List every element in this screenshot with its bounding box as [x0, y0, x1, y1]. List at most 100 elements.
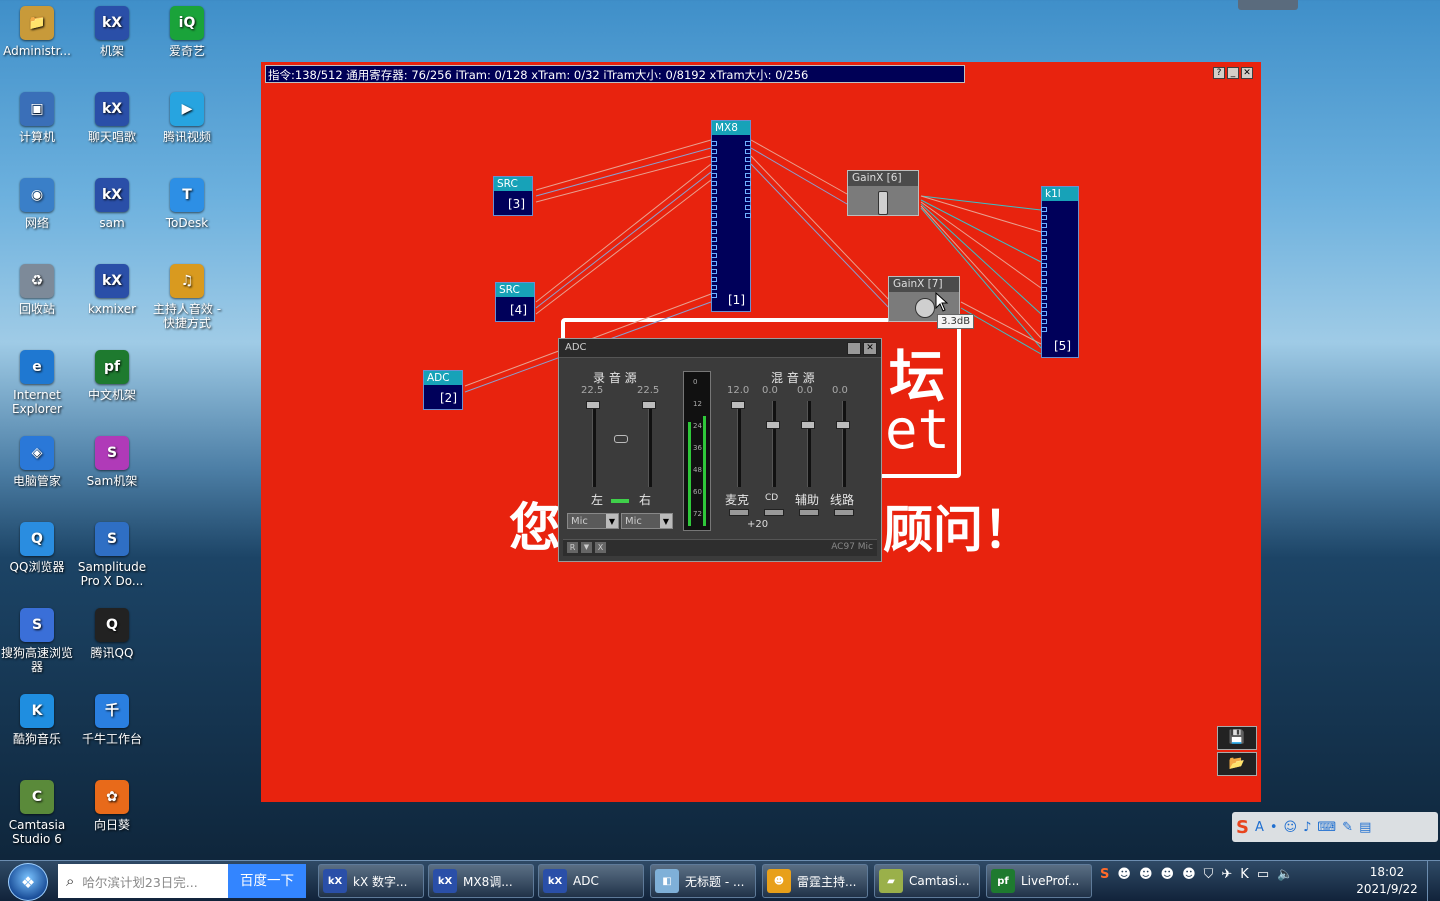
gainx7-knob[interactable] [915, 298, 935, 318]
adc-plugin[interactable]: ADC [2] [423, 370, 463, 410]
meter-tick: 0 [693, 378, 698, 386]
desktop-icon[interactable]: 📁 Administr... [0, 6, 74, 58]
desktop-icon[interactable]: K 酷狗音乐 [0, 694, 74, 746]
k1-plugin[interactable]: k1l [5] [1041, 186, 1079, 358]
ime-mode-icon[interactable]: A [1255, 820, 1264, 835]
mix-mute-button[interactable] [764, 509, 784, 516]
taskbar-item[interactable]: ▰ Camtasi... [874, 864, 980, 898]
qq-tray-icon-3[interactable]: ☻ [1161, 867, 1175, 882]
desktop-icon[interactable]: ◉ 网络 [0, 178, 74, 230]
gainx6-slider[interactable] [878, 191, 888, 215]
adc-minimize-button[interactable] [847, 342, 861, 355]
network-tray-icon[interactable]: ✈ [1221, 867, 1232, 882]
taskbar-app-icon: kX [323, 869, 347, 893]
desktop-icon[interactable]: Q 腾讯QQ [75, 608, 149, 660]
ime-keyboard-icon[interactable]: ⌨ [1317, 820, 1336, 835]
search-input[interactable]: 哈尔滨计划23日完... [82, 872, 197, 891]
desktop-icon[interactable]: ▶ 腾讯视频 [150, 92, 224, 144]
mix-source-label: 混 音 源 [771, 371, 815, 385]
mix-fader[interactable] [766, 421, 780, 429]
mix-mute-button[interactable] [834, 509, 854, 516]
ime-emoji-icon[interactable]: ☺ [1284, 820, 1298, 835]
meter-tick: 12 [693, 400, 702, 408]
desktop-icon[interactable]: iQ 爱奇艺 [150, 6, 224, 58]
desktop-icon[interactable]: S Sam机架 [75, 436, 149, 488]
footer-btn-x[interactable]: X [595, 542, 606, 553]
mic-boost[interactable]: +20 [747, 519, 768, 530]
mix-fader[interactable] [731, 401, 745, 409]
desktop-icon[interactable]: ✿ 向日葵 [75, 780, 149, 832]
taskbar-item[interactable]: ☻ 雷霆主持... [762, 864, 868, 898]
kx-tray-icon[interactable]: K [1240, 867, 1249, 882]
src3-label: [3] [508, 197, 525, 211]
desktop-icon[interactable]: e Internet Explorer [0, 350, 74, 416]
rec-select-left[interactable]: Mic ▼ [567, 513, 619, 529]
adc-close-button[interactable]: ✕ [863, 342, 877, 355]
save-preset-button[interactable]: 💾 [1217, 726, 1257, 750]
qq-tray-icon-4[interactable]: ☻ [1182, 867, 1196, 882]
desktop-icon[interactable]: kX kxmixer [75, 264, 149, 316]
desktop-icon[interactable]: kX 聊天唱歌 [75, 92, 149, 144]
footer-btn-r[interactable]: R [567, 542, 578, 553]
mix-mute-button[interactable] [729, 509, 749, 516]
link-icon[interactable] [614, 435, 628, 443]
desktop-icon[interactable]: S 搜狗高速浏览器 [0, 608, 74, 674]
taskbar-item[interactable]: ◧ 无标题 - ... [650, 864, 756, 898]
src3-plugin[interactable]: SRC [3] [493, 176, 533, 216]
desktop-icon[interactable]: pf 中文机架 [75, 350, 149, 402]
qq-tray-icon-2[interactable]: ☻ [1139, 867, 1153, 882]
desktop-icon[interactable]: Q QQ浏览器 [0, 522, 74, 574]
app-icon: kX [95, 92, 129, 126]
rec-select-right[interactable]: Mic ▼ [621, 513, 673, 529]
desktop-icon[interactable]: ♻ 回收站 [0, 264, 74, 316]
clock[interactable]: 18:02 2021/9/22 [1350, 864, 1424, 898]
mix-fader-track [842, 401, 846, 487]
footer-btn-menu[interactable]: ▼ [581, 542, 592, 553]
desktop-icon[interactable]: kX sam [75, 178, 149, 230]
mix-fader[interactable] [836, 421, 850, 429]
rec-right-fader[interactable] [642, 401, 656, 409]
volume-icon[interactable]: 🔈 [1277, 867, 1293, 882]
taskbar-item[interactable]: kX ADC [538, 864, 644, 898]
taskbar-item[interactable]: pf LiveProf... [986, 864, 1092, 898]
desktop-icon[interactable]: S Samplitude Pro X Do... [75, 522, 149, 588]
ime-skin-icon[interactable]: ✎ [1342, 820, 1353, 835]
ime-tools-icon[interactable]: ▤ [1359, 820, 1371, 835]
adc-mixer-window[interactable]: ADC ✕ 录 音 源 混 音 源 22.5 22.5 左 右 Mic ▼ Mic… [558, 338, 882, 562]
k1-input-pins[interactable] [1041, 207, 1047, 335]
ime-toolbar[interactable]: S A • ☺ ♪ ⌨ ✎ ▤ [1232, 812, 1438, 842]
mix-fader[interactable] [801, 421, 815, 429]
mx8-input-pins[interactable] [711, 141, 717, 301]
gainx6-plugin[interactable]: GainX [6] [847, 170, 919, 216]
baidu-search-button[interactable]: 百度一下 [228, 864, 306, 898]
shield-icon[interactable]: ⛉ [1204, 867, 1214, 882]
open-preset-button[interactable]: 📂 [1217, 752, 1257, 776]
src4-plugin[interactable]: SRC [4] [495, 282, 535, 322]
src4-title: SRC [496, 283, 534, 297]
qq-tray-icon-1[interactable]: ☻ [1117, 867, 1131, 882]
mix-mute-button[interactable] [799, 509, 819, 516]
sogou-logo-icon[interactable]: S [1236, 817, 1249, 838]
kx-dsp-window[interactable]: 指令:138/512 通用寄存器: 76/256 iTram: 0/128 xT… [261, 62, 1261, 802]
taskbar-item[interactable]: kX MX8调... [428, 864, 534, 898]
start-button[interactable]: ❖ [8, 863, 48, 901]
rec-left-fader[interactable] [586, 401, 600, 409]
desktop-icon[interactable]: T ToDesk [150, 178, 224, 230]
level-meter: 0 12 24 36 48 60 72 [683, 371, 711, 531]
ime-punct-icon[interactable]: • [1270, 820, 1278, 835]
mx8-output-pins[interactable] [745, 141, 751, 221]
desktop-icon[interactable]: C Camtasia Studio 6 [0, 780, 74, 846]
sogou-tray-icon[interactable]: S [1100, 867, 1109, 882]
desktop-icon[interactable]: 千千牛工作台 [75, 694, 149, 746]
desktop-icon[interactable]: ♫ 主持人音效 - 快捷方式 [150, 264, 224, 330]
taskbar-app-icon: kX [543, 869, 567, 893]
desktop-icon[interactable]: ◈ 电脑管家 [0, 436, 74, 488]
mx8-plugin[interactable]: MX8 [1] [711, 120, 751, 312]
search-box[interactable]: ⌕ 哈尔滨计划23日完... [58, 864, 228, 898]
desktop-icon[interactable]: kX 机架 [75, 6, 149, 58]
desktop-icon[interactable]: ▣ 计算机 [0, 92, 74, 144]
ime-voice-icon[interactable]: ♪ [1303, 820, 1311, 835]
monitor-icon[interactable]: ▭ [1257, 867, 1269, 882]
show-desktop-button[interactable] [1427, 861, 1440, 901]
taskbar-item[interactable]: kX kX 数字... [318, 864, 424, 898]
